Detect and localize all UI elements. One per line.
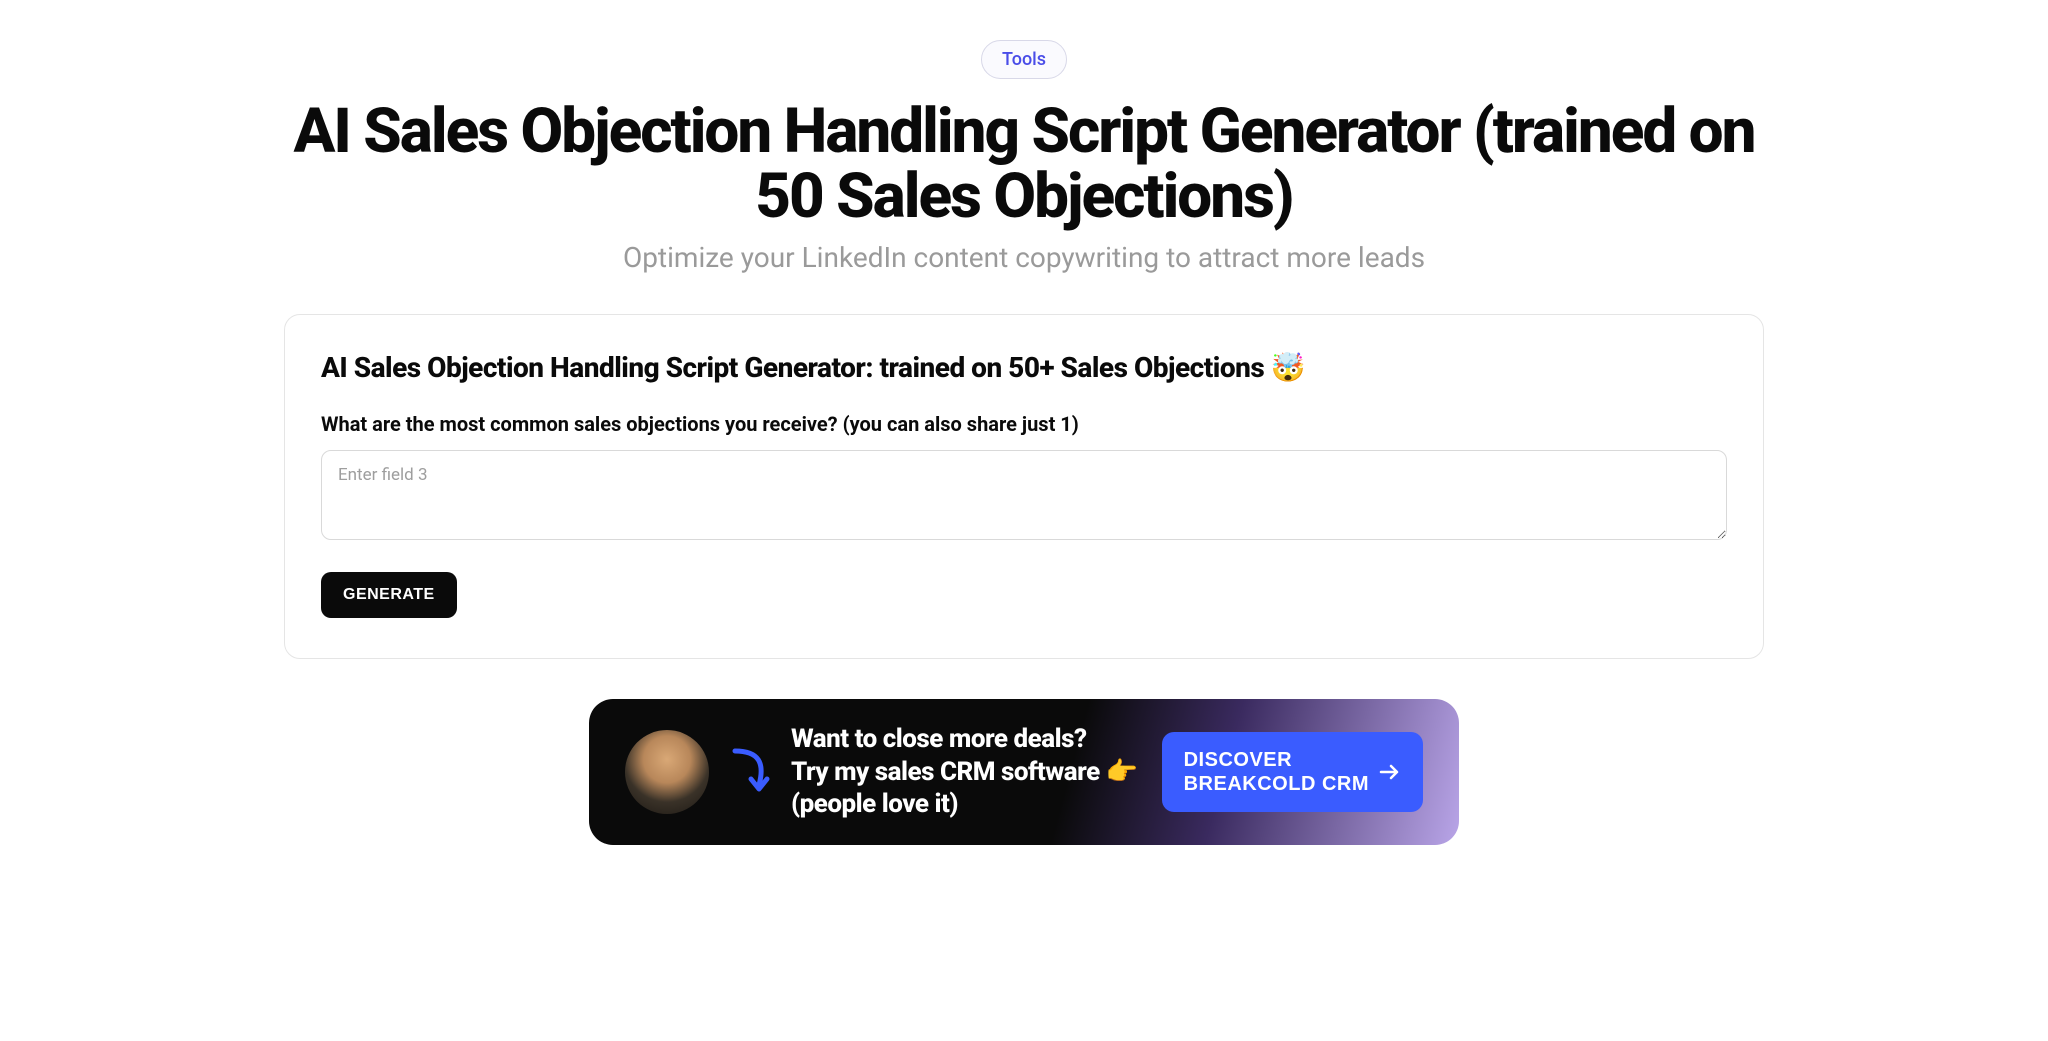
curved-arrow-icon <box>729 745 771 799</box>
arrow-right-icon <box>1377 760 1401 784</box>
objections-input[interactable] <box>321 450 1727 540</box>
promo-line-2: Try my sales CRM software 👉 <box>791 756 1138 789</box>
generator-card: AI Sales Objection Handling Script Gener… <box>284 314 1764 659</box>
tools-badge[interactable]: Tools <box>981 40 1067 79</box>
page-title: AI Sales Objection Handling Script Gener… <box>284 99 1764 229</box>
page-subtitle: Optimize your LinkedIn content copywriti… <box>284 241 1764 274</box>
discover-crm-button[interactable]: DISCOVER BREAKCOLD CRM <box>1162 732 1423 812</box>
promo-text: Want to close more deals? Try my sales C… <box>791 723 1138 821</box>
promo-banner: Want to close more deals? Try my sales C… <box>589 699 1459 845</box>
objections-field-label: What are the most common sales objection… <box>321 412 1727 436</box>
cta-line-1: DISCOVER <box>1184 748 1369 772</box>
cta-line-2: BREAKCOLD CRM <box>1184 772 1369 796</box>
promo-line-3: (people love it) <box>791 788 1138 821</box>
avatar <box>625 730 709 814</box>
promo-line-1: Want to close more deals? <box>791 723 1138 756</box>
card-title: AI Sales Objection Handling Script Gener… <box>321 351 1727 384</box>
generate-button[interactable]: GENERATE <box>321 572 457 618</box>
page-header: Tools AI Sales Objection Handling Script… <box>284 40 1764 274</box>
